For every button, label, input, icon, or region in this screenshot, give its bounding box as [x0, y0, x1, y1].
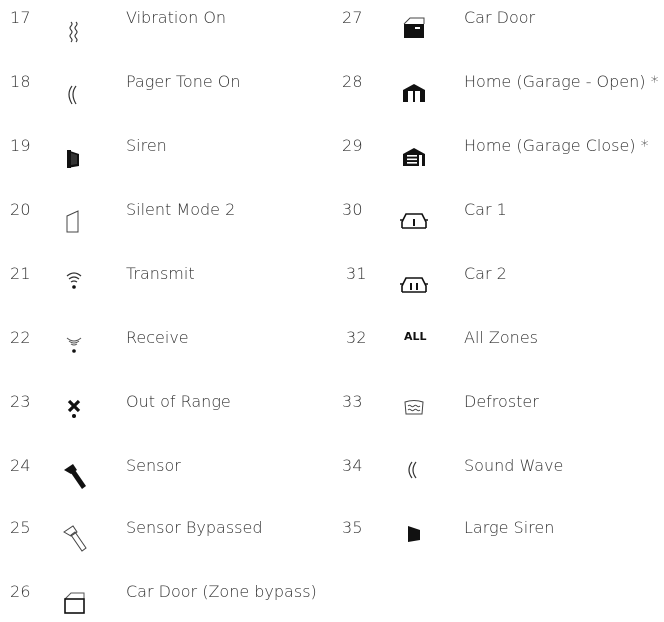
item-label: Sensor Bypassed — [126, 518, 263, 537]
item-number: 32 — [346, 328, 367, 347]
car-1-icon — [398, 204, 430, 236]
item-number: 21 — [10, 264, 31, 283]
sound-wave-icon — [398, 456, 430, 488]
item-number: 29 — [342, 136, 363, 155]
list-item: 31 Car 2 — [330, 264, 664, 304]
item-label: Vibration On — [126, 8, 227, 27]
item-label: Car 2 — [464, 264, 507, 283]
car-2-icon — [398, 268, 430, 300]
pager-tone-icon — [58, 80, 90, 112]
list-item: 17 Vibration On — [0, 8, 330, 48]
defroster-icon — [398, 392, 430, 424]
item-label: Siren — [126, 136, 167, 155]
item-label: All Zones — [464, 328, 538, 347]
large-siren-icon — [398, 518, 430, 550]
list-item: 32 ALL All Zones — [330, 328, 664, 368]
car-door-icon — [398, 12, 430, 44]
list-item: 19 Siren — [0, 136, 330, 176]
item-number: 23 — [10, 392, 31, 411]
item-number: 27 — [342, 8, 363, 27]
item-label: Home (Garage - Open) * — [464, 72, 659, 91]
item-label: Transmit — [126, 264, 195, 283]
item-number: 33 — [342, 392, 363, 411]
garage-close-icon — [398, 140, 430, 172]
list-item: 30 Car 1 — [330, 200, 664, 240]
list-item: 20 Silent Mode 2 — [0, 200, 330, 240]
car-door-bypass-icon — [58, 584, 90, 616]
sensor-icon — [58, 460, 90, 492]
garage-open-icon — [398, 76, 430, 108]
list-item: 24 Sensor — [0, 456, 330, 496]
list-item: 22 Receive — [0, 328, 330, 368]
item-number: 30 — [342, 200, 363, 219]
item-label: Sound Wave — [464, 456, 564, 475]
all-zones-icon: ALL — [404, 330, 427, 343]
list-item: 26 Car Door (Zone bypass) — [0, 582, 330, 622]
item-number: 17 — [10, 8, 31, 27]
item-label: Large Siren — [464, 518, 555, 537]
item-label: Receive — [126, 328, 189, 347]
item-label: Home (Garage Close) * — [464, 136, 649, 155]
item-number: 26 — [10, 582, 31, 601]
sensor-bypassed-icon — [58, 522, 90, 554]
list-item: 34 Sound Wave — [330, 456, 664, 496]
list-item: 25 Sensor Bypassed — [0, 518, 330, 558]
item-number: 25 — [10, 518, 31, 537]
siren-icon — [58, 142, 90, 174]
receive-icon — [58, 328, 90, 360]
list-item: 33 Defroster — [330, 392, 664, 432]
list-item: 27 Car Door — [330, 8, 664, 48]
item-number: 22 — [10, 328, 31, 347]
item-number: 31 — [346, 264, 367, 283]
item-number: 18 — [10, 72, 31, 91]
item-label: Out of Range — [126, 392, 231, 411]
list-item: 23 Out of Range — [0, 392, 330, 432]
item-label: Pager Tone On — [126, 72, 241, 91]
item-label: Sensor — [126, 456, 181, 475]
out-of-range-icon — [58, 392, 90, 424]
item-number: 19 — [10, 136, 31, 155]
item-number: 28 — [342, 72, 363, 91]
item-label: Car Door — [464, 8, 536, 27]
item-number: 35 — [342, 518, 363, 537]
silent-mode-icon — [58, 206, 90, 238]
item-label: Silent Mode 2 — [126, 200, 236, 219]
list-item: 21 Transmit — [0, 264, 330, 304]
list-item: 28 Home (Garage - Open) * — [330, 72, 664, 112]
transmit-icon — [58, 264, 90, 296]
item-number: 24 — [10, 456, 31, 475]
vibration-icon — [58, 18, 90, 50]
item-label: Car Door (Zone bypass) — [126, 582, 317, 601]
item-number: 34 — [342, 456, 363, 475]
list-item: 29 Home (Garage Close) * — [330, 136, 664, 176]
list-item: 35 Large Siren — [330, 518, 664, 558]
item-label: Defroster — [464, 392, 539, 411]
item-number: 20 — [10, 200, 31, 219]
list-item: 18 Pager Tone On — [0, 72, 330, 112]
item-label: Car 1 — [464, 200, 507, 219]
